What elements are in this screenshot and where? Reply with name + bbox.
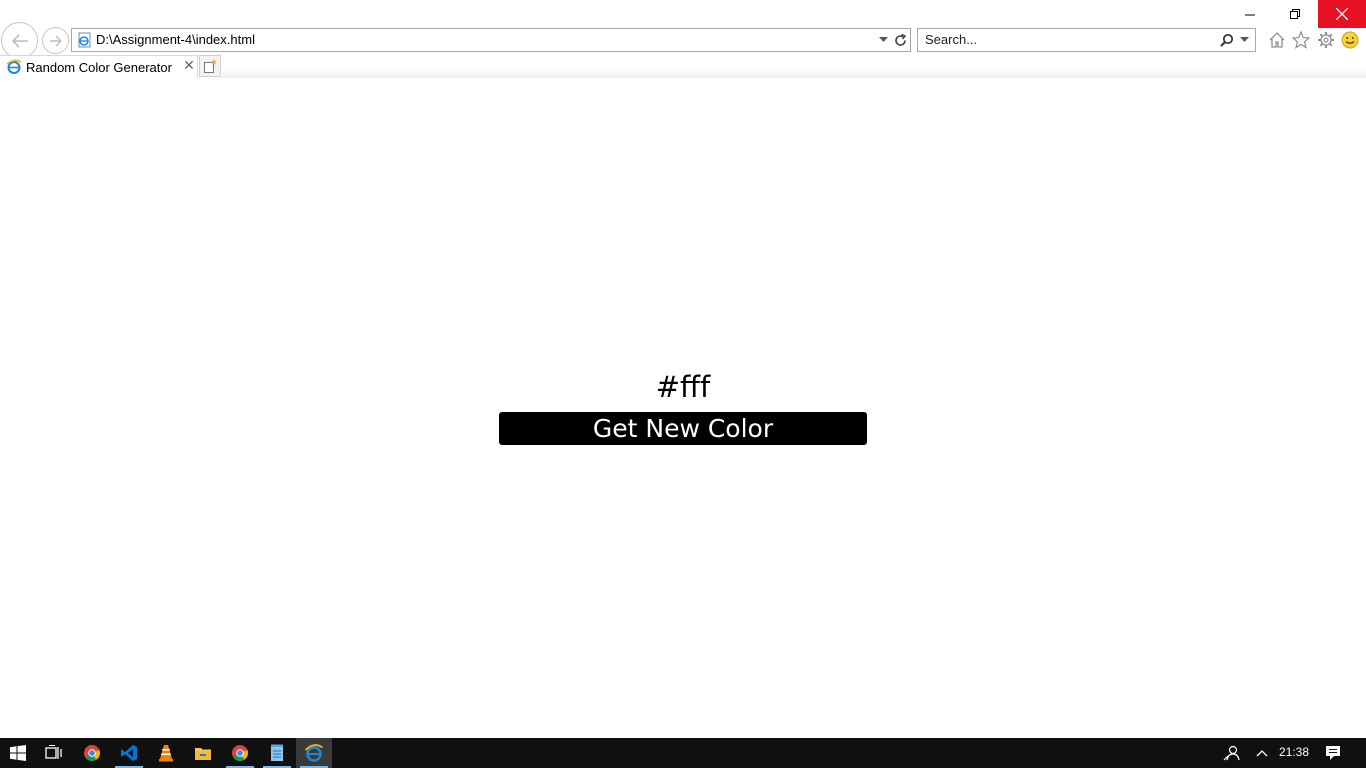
chevron-up-icon (1256, 750, 1268, 757)
vscode-icon (121, 745, 137, 761)
tab-random-color-generator[interactable]: Random Color Generator ✕ (0, 55, 198, 78)
smiley-icon (1341, 31, 1359, 49)
tray-people-button[interactable] (1222, 743, 1242, 763)
address-bar[interactable]: D:\Assignment-4\index.html (71, 28, 911, 52)
search-provider-dropdown[interactable] (1238, 33, 1250, 47)
taskbar-internet-explorer[interactable] (296, 738, 332, 768)
page-document-icon (78, 32, 91, 48)
address-dropdown-button[interactable] (876, 33, 890, 47)
tray-clock[interactable]: 21:38 (1272, 745, 1316, 759)
people-icon (1223, 745, 1240, 761)
tab-close-icon[interactable]: ✕ (182, 58, 196, 74)
file-explorer-icon (195, 748, 211, 760)
tabstrip-background (222, 68, 1366, 78)
address-text[interactable]: D:\Assignment-4\index.html (96, 32, 255, 47)
tools-button[interactable] (1315, 29, 1337, 51)
refresh-button[interactable] (892, 32, 908, 48)
search-button[interactable] (1218, 32, 1236, 48)
restore-button[interactable] (1272, 0, 1318, 28)
vlc-icon (159, 745, 173, 762)
restore-icon (1289, 8, 1300, 19)
back-button[interactable] (1, 22, 38, 59)
chevron-down-icon (1239, 37, 1249, 42)
chrome-icon (84, 745, 101, 761)
minimize-button[interactable] (1228, 0, 1272, 28)
refresh-icon (894, 33, 906, 46)
taskbar: 21:38 (0, 738, 1366, 768)
notepad-icon (271, 744, 283, 761)
chevron-down-icon (878, 37, 888, 42)
forward-button[interactable] (42, 27, 69, 54)
taskbar-chrome[interactable] (74, 738, 110, 768)
close-icon (1336, 8, 1348, 20)
ie-icon (304, 744, 324, 762)
search-box[interactable]: Search... (917, 28, 1256, 52)
minimize-icon (1244, 14, 1255, 15)
home-icon (1269, 32, 1285, 48)
taskbar-vscode[interactable] (111, 738, 147, 768)
taskbar-chrome-2[interactable] (222, 738, 258, 768)
ie-icon (6, 59, 22, 74)
star-icon (1292, 31, 1310, 49)
gear-icon (1318, 32, 1334, 48)
color-code-text: #fff (655, 370, 711, 404)
page-content: #fff Get New Color (0, 78, 1366, 738)
new-tab-icon (204, 59, 217, 73)
task-view-button[interactable] (36, 738, 72, 768)
tab-label: Random Color Generator (26, 60, 172, 75)
action-center-button[interactable] (1323, 743, 1343, 763)
chrome-icon (232, 745, 249, 761)
start-icon (10, 745, 26, 761)
taskbar-vlc[interactable] (148, 738, 184, 768)
browser-chrome: D:\Assignment-4\index.html Search... Ran… (0, 0, 1366, 78)
new-tab-button[interactable] (199, 55, 221, 77)
close-button[interactable] (1318, 0, 1366, 28)
search-input[interactable]: Search... (925, 32, 977, 47)
notification-icon (1326, 746, 1340, 760)
get-new-color-button[interactable]: Get New Color (499, 412, 867, 445)
search-icon (1220, 33, 1234, 47)
feedback-button[interactable] (1339, 29, 1361, 51)
taskbar-notepad[interactable] (259, 738, 295, 768)
task-view-icon (45, 745, 62, 759)
forward-arrow-icon (49, 34, 62, 47)
back-arrow-icon (11, 33, 28, 48)
tray-show-hidden-button[interactable] (1252, 743, 1272, 763)
start-button[interactable] (0, 738, 36, 768)
taskbar-file-explorer[interactable] (185, 738, 221, 768)
favorites-button[interactable] (1290, 29, 1312, 51)
home-button[interactable] (1266, 29, 1288, 51)
